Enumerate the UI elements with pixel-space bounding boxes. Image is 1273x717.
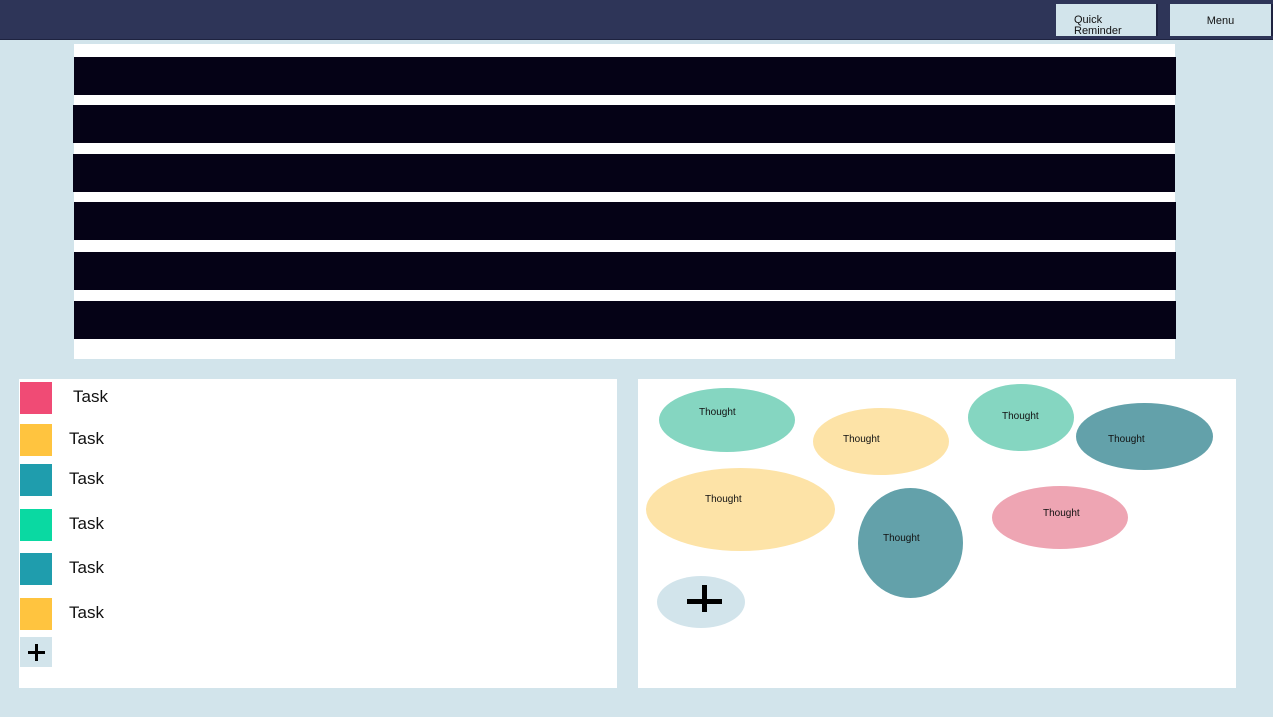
thought-bubble[interactable]: Thought	[659, 388, 795, 452]
schedule-bar[interactable]	[74, 57, 1176, 95]
thought-label: Thought	[1108, 434, 1145, 445]
task-color-swatch	[20, 598, 52, 630]
task-list-panel: Task Task Task Task Task Task	[19, 379, 617, 688]
schedule-bar[interactable]	[74, 301, 1176, 339]
task-label: Task	[69, 429, 104, 448]
task-color-swatch	[20, 424, 52, 456]
task-color-swatch	[20, 382, 52, 414]
thought-label: Thought	[843, 434, 880, 445]
thought-label: Thought	[1043, 508, 1080, 519]
add-task-button[interactable]	[20, 637, 52, 667]
schedule-bar[interactable]	[74, 252, 1176, 290]
thought-label: Thought	[1002, 411, 1039, 422]
schedule-bar[interactable]	[74, 202, 1176, 240]
task-color-swatch	[20, 509, 52, 541]
thought-board-panel: Thought Thought Thought Thought Thought …	[638, 379, 1236, 688]
task-item[interactable]: Task	[20, 553, 320, 585]
task-item[interactable]: Task	[20, 424, 320, 456]
task-item[interactable]: Task	[20, 598, 320, 630]
thought-bubble[interactable]: Thought	[813, 408, 949, 475]
task-item[interactable]: Task	[20, 382, 320, 414]
task-color-swatch	[20, 553, 52, 585]
schedule-bar[interactable]	[73, 154, 1175, 192]
task-label: Task	[69, 514, 104, 533]
menu-label: Menu	[1206, 15, 1235, 27]
schedule-panel	[73, 44, 1176, 359]
task-item[interactable]: Task	[20, 464, 320, 496]
thought-bubble[interactable]: Thought	[858, 488, 963, 598]
thought-label: Thought	[705, 494, 742, 505]
top-bar: Quick Reminder Menu	[0, 0, 1273, 40]
menu-button[interactable]: Menu	[1170, 4, 1273, 36]
task-label: Task	[73, 387, 108, 406]
task-item[interactable]: Task	[20, 509, 320, 541]
task-label: Task	[69, 603, 104, 622]
task-label: Task	[69, 558, 104, 577]
quick-reminder-label: Quick Reminder	[1074, 14, 1122, 37]
task-label: Task	[69, 469, 104, 488]
task-color-swatch	[20, 464, 52, 496]
thought-bubble[interactable]: Thought	[992, 486, 1128, 549]
schedule-bar[interactable]	[73, 105, 1175, 143]
thought-label: Thought	[883, 533, 920, 544]
quick-reminder-button[interactable]: Quick Reminder	[1056, 4, 1158, 37]
thought-bubble[interactable]: Thought	[1076, 403, 1213, 470]
thought-label: Thought	[699, 407, 736, 418]
thought-bubble[interactable]: Thought	[968, 384, 1074, 451]
add-thought-button[interactable]	[657, 576, 745, 628]
thought-bubble[interactable]: Thought	[646, 468, 835, 551]
